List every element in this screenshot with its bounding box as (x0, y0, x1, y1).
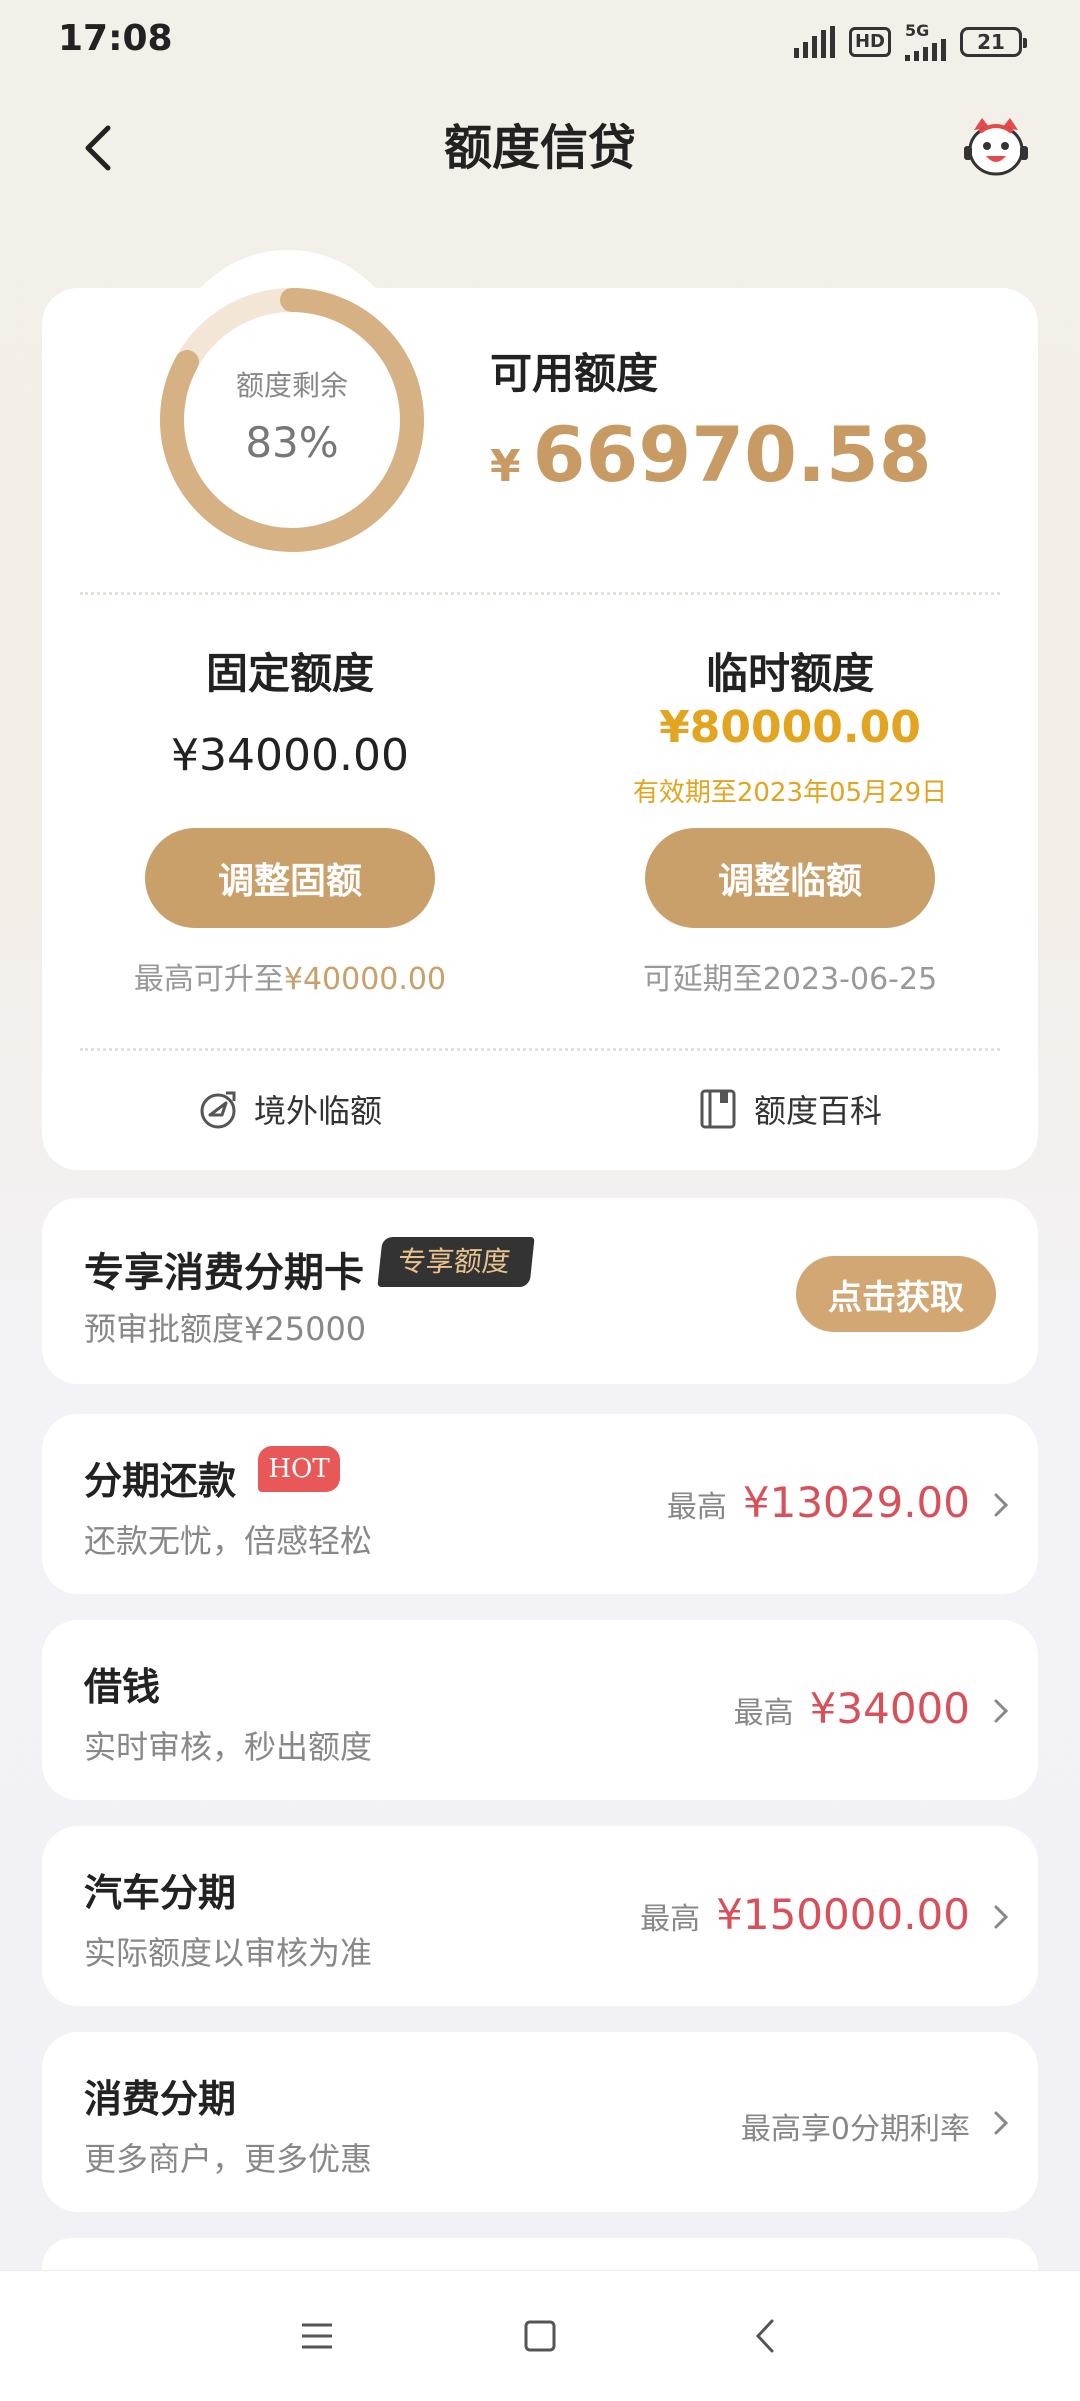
fixed-note-value: ¥40000.00 (283, 962, 447, 997)
exclusive-subtitle: 预审批额度¥25000 (84, 1310, 367, 1348)
row-subtitle: 更多商户，更多优惠 (84, 2140, 373, 2178)
status-bar: 17:08 HD 5G 21 (0, 0, 1080, 80)
temp-quota-valid: 有效期至2023年05月29日 (632, 778, 948, 808)
system-back-icon[interactable] (742, 2311, 792, 2361)
row-max-amount: 最高 ¥13029.00 (667, 1478, 970, 1527)
row-max-value: ¥34000 (809, 1684, 970, 1733)
row-max-amount: 最高 ¥150000.00 (640, 1890, 970, 1939)
book-icon (700, 1089, 736, 1129)
row-max-label: 最高享0分期利率 (740, 2112, 970, 2147)
quota-wiki-label: 额度百科 (754, 1092, 883, 1130)
row-title: 分期还款 (84, 1459, 237, 1503)
row-max-value: ¥13029.00 (742, 1478, 970, 1527)
row-subtitle: 实际额度以审核为准 (84, 1934, 373, 1972)
status-time: 17:08 (58, 18, 173, 59)
hd-icon: HD (848, 27, 891, 57)
page-title: 额度信贷 (443, 120, 636, 176)
adjust-fixed-button[interactable]: 调整固额 (145, 828, 435, 928)
nav-bar: 额度信贷 (0, 100, 1080, 200)
home-square-icon[interactable] (515, 2311, 565, 2361)
chevron-right-icon (994, 1905, 1009, 1929)
chevron-right-icon (994, 1699, 1009, 1723)
overseas-quota-label: 境外临额 (254, 1092, 383, 1130)
system-nav-bar (0, 2270, 1080, 2401)
temp-quota-note: 可延期至2023-06-25 (642, 962, 938, 997)
currency-symbol: ¥ (490, 441, 521, 492)
ring-label: 额度剩余 (235, 369, 348, 402)
battery-level: 21 (977, 30, 1005, 54)
row-max-amount: 最高享0分期利率 (741, 2104, 970, 2148)
exclusive-title: 专享消费分期卡 (84, 1250, 364, 1296)
fixed-quota-amount: ¥34000.00 (171, 730, 409, 781)
get-exclusive-button[interactable]: 点击获取 (796, 1256, 996, 1332)
status-icons: HD 5G 21 (793, 22, 1027, 62)
row-max-amount: 最高 ¥34000 (734, 1684, 970, 1733)
ring-percent: 83% (245, 418, 339, 467)
chevron-right-icon (994, 2111, 1009, 2135)
adjust-temp-button[interactable]: 调整临额 (645, 828, 935, 928)
available-label: 可用额度 (490, 349, 659, 398)
menu-icon[interactable] (292, 2311, 342, 2361)
divider (80, 592, 1000, 595)
available-amount: ¥ 66970.58 (490, 410, 932, 499)
overseas-quota-link[interactable]: 境外临额 (196, 1086, 382, 1132)
row-max-label: 最高 (640, 1902, 701, 1937)
temp-quota-title: 临时额度 (705, 649, 874, 698)
network-label: 5G (905, 21, 930, 40)
row-max-label: 最高 (666, 1490, 727, 1525)
battery-icon: 21 (960, 27, 1027, 57)
divider (80, 1048, 1000, 1051)
available-amount-value: 66970.58 (532, 410, 932, 499)
row-title: 借钱 (84, 1665, 161, 1709)
fixed-quota-title: 固定额度 (205, 649, 374, 698)
fixed-quota-note: 最高可升至¥40000.00 (80, 954, 500, 998)
exclusive-badge: 专享额度 (377, 1237, 535, 1287)
row-title: 消费分期 (84, 2077, 237, 2121)
globe-plane-icon (200, 1091, 236, 1129)
hot-badge: HOT (258, 1446, 340, 1492)
temp-quota-amount: ¥80000.00 (659, 702, 921, 753)
signal-icon (793, 26, 835, 58)
row-max-value: ¥150000.00 (716, 1890, 970, 1939)
row-subtitle: 还款无忧，倍感轻松 (84, 1522, 373, 1560)
chevron-right-icon (994, 1493, 1009, 1517)
fixed-note-prefix: 最高可升至 (133, 962, 284, 997)
mascot-service-icon[interactable] (960, 112, 1032, 184)
quota-wiki-link[interactable]: 额度百科 (696, 1086, 882, 1132)
network-5g-icon: 5G (905, 23, 946, 61)
row-subtitle: 实时审核，秒出额度 (84, 1728, 373, 1766)
row-max-label: 最高 (733, 1696, 794, 1731)
row-title: 汽车分期 (84, 1871, 237, 1915)
